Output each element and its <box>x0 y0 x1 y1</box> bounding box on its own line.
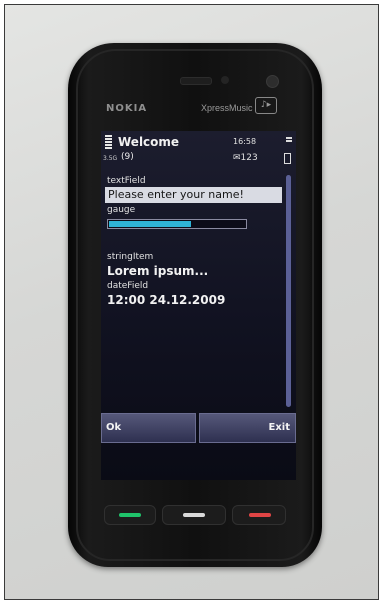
menu-key-icon <box>183 513 205 517</box>
gauge-bar[interactable] <box>107 219 247 229</box>
hardware-keys <box>104 505 286 525</box>
front-camera-icon <box>266 75 279 88</box>
scrollbar[interactable] <box>286 175 291 407</box>
brand-logo: NOKIA <box>106 103 148 114</box>
phone-screen: Welcome 16:58 3.5G (9) ✉123 textField Pl… <box>101 131 296 480</box>
date-field[interactable]: 12:00 24.12.2009 <box>107 292 284 308</box>
exit-softkey[interactable]: Exit <box>199 413 296 443</box>
softkey-bar: Ok Exit <box>101 413 296 443</box>
message-indicator: ✉123 <box>233 153 258 163</box>
datefield-label: dateField <box>107 281 149 291</box>
light-sensor-icon <box>221 76 229 84</box>
menu-key-button[interactable] <box>162 505 226 525</box>
earpiece-speaker <box>180 77 212 85</box>
ok-softkey[interactable]: Ok <box>101 413 196 443</box>
scrollbar-thumb[interactable] <box>286 175 291 407</box>
stringitem-value: Lorem ipsum... <box>107 264 209 278</box>
battery-icon <box>284 153 291 164</box>
item-count: (9) <box>121 152 134 162</box>
call-key-icon <box>119 513 141 517</box>
app-title: Welcome <box>118 135 180 149</box>
stringitem-label: stringItem <box>107 252 154 262</box>
form-content: textField Please enter your name! gauge … <box>103 175 284 308</box>
network-indicator: 3.5G <box>103 155 118 162</box>
end-key-button[interactable] <box>232 505 286 525</box>
gauge-label: gauge <box>107 205 136 215</box>
phone-body: NOKIA XpressMusic ♪▸ Welcome 16:58 3.5G … <box>68 43 322 567</box>
clock: 16:58 <box>233 137 257 146</box>
name-text-field[interactable]: Please enter your name! <box>105 187 282 203</box>
photo-frame: NOKIA XpressMusic ♪▸ Welcome 16:58 3.5G … <box>4 4 379 600</box>
status-bar: Welcome 16:58 3.5G (9) ✉123 <box>101 131 296 169</box>
signal-strength-icon <box>105 135 112 150</box>
textfield-label: textField <box>107 176 146 186</box>
edition-label: XpressMusic <box>201 103 253 113</box>
gauge-fill <box>109 221 191 227</box>
call-key-button[interactable] <box>104 505 156 525</box>
menu-lines-icon <box>286 137 292 143</box>
end-key-icon <box>249 513 271 517</box>
media-key-button[interactable]: ♪▸ <box>255 97 277 114</box>
